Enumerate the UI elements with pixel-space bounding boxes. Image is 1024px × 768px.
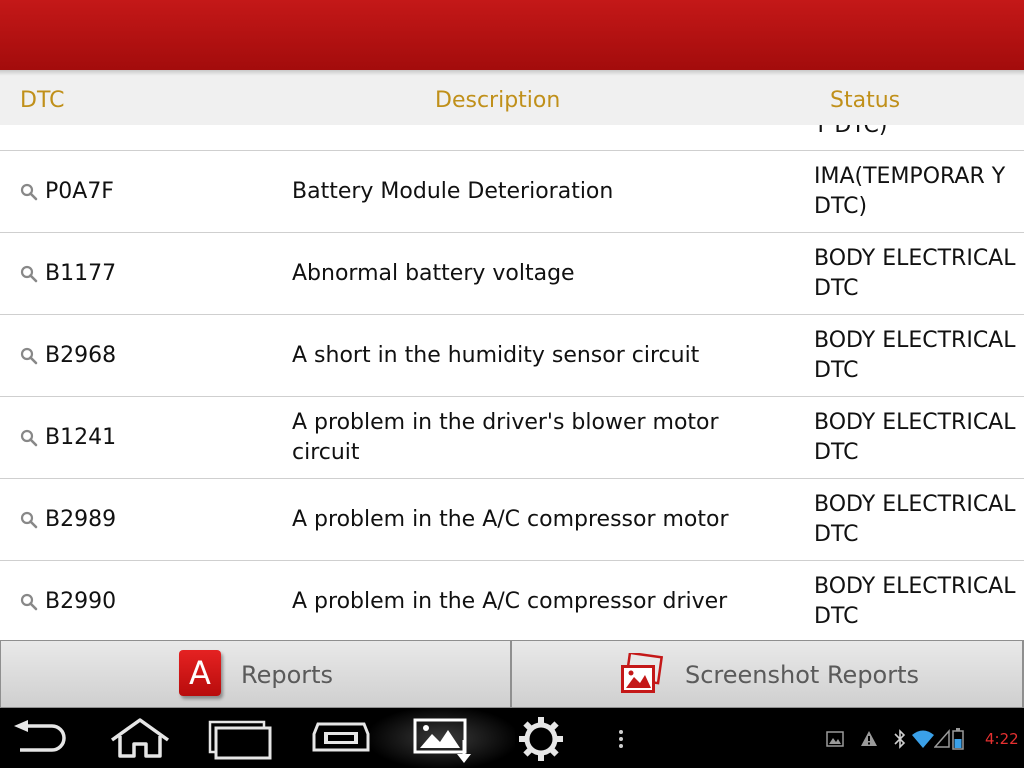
dtc-description: Battery Module Deterioration — [292, 179, 614, 204]
warning-icon — [861, 731, 877, 746]
screenshot-gallery-icon — [621, 653, 664, 693]
dtc-code: B1177 — [45, 261, 117, 286]
dtc-code: B2989 — [45, 507, 117, 532]
recent-apps-icon[interactable] — [208, 720, 272, 760]
search-icon[interactable] — [20, 347, 38, 365]
column-header-description: Description — [435, 88, 561, 113]
clock: 4:22 — [985, 730, 1019, 748]
dtc-code: P0A7F — [45, 179, 114, 204]
dtc-status: Y DTC) — [814, 125, 888, 138]
dtc-status: IMA(TEMPORAR Y DTC) — [814, 164, 1006, 219]
table-header: DTC Description Status — [0, 76, 1024, 125]
column-header-status: Status — [830, 88, 901, 113]
search-icon[interactable] — [20, 183, 38, 201]
dtc-status: BODY ELECTRICAL DTC — [814, 574, 1016, 629]
table-row[interactable]: B2968 A short in the humidity sensor cir… — [0, 315, 1024, 397]
screenshot-reports-label: Screenshot Reports — [685, 661, 920, 689]
bluetooth-icon — [894, 729, 906, 749]
search-icon[interactable] — [20, 429, 38, 447]
battery-icon — [952, 728, 964, 750]
home-icon[interactable] — [108, 716, 172, 760]
back-icon[interactable] — [12, 720, 68, 756]
reports-label: Reports — [241, 661, 334, 689]
column-header-dtc: DTC — [20, 88, 65, 113]
signal-icon — [934, 729, 950, 748]
dtc-status: BODY ELECTRICAL DTC — [814, 328, 1016, 383]
search-icon[interactable] — [20, 265, 38, 283]
table-row[interactable]: B2989 A problem in the A/C compressor mo… — [0, 479, 1024, 561]
dtc-description: A problem in the A/C compressor motor — [292, 507, 729, 532]
dtc-code: B1241 — [45, 425, 117, 450]
dtc-status: BODY ELECTRICAL DTC — [814, 246, 1016, 301]
dtc-status: BODY ELECTRICAL DTC — [814, 410, 1016, 465]
screenshot-icon[interactable] — [412, 716, 474, 764]
dtc-list[interactable]: Y DTC) P0A7F Battery Module Deterioratio… — [0, 125, 1024, 640]
system-navigation-bar: 4:22 — [0, 708, 1024, 768]
bottom-action-bar: A Reports Screenshot Reports — [0, 640, 1024, 708]
dtc-description: A problem in the A/C compressor driver — [292, 589, 728, 614]
dtc-description — [292, 125, 792, 151]
screenshot-reports-button[interactable]: Screenshot Reports — [512, 641, 1022, 707]
table-row[interactable]: Y DTC) — [0, 125, 1024, 151]
table-row[interactable]: P0A7F Battery Module Deterioration IMA(T… — [0, 151, 1024, 233]
reports-icon: A — [179, 650, 221, 696]
dtc-code: B2968 — [45, 343, 117, 368]
dtc-status: BODY ELECTRICAL DTC — [814, 492, 1016, 547]
gallery-notification-icon — [826, 731, 844, 747]
wifi-icon — [912, 730, 934, 748]
dtc-description: A problem in the driver's blower motor c… — [292, 410, 719, 465]
settings-gear-icon[interactable] — [518, 716, 564, 762]
overflow-menu-icon[interactable] — [614, 728, 628, 752]
dtc-description: A short in the humidity sensor circuit — [292, 343, 700, 368]
table-row[interactable]: B1177 Abnormal battery voltage BODY ELEC… — [0, 233, 1024, 315]
vci-connector-icon[interactable] — [310, 720, 372, 756]
dtc-description: Abnormal battery voltage — [292, 261, 575, 286]
reports-button[interactable]: A Reports — [1, 641, 510, 707]
table-row[interactable]: B2990 A problem in the A/C compressor dr… — [0, 561, 1024, 640]
search-icon[interactable] — [20, 593, 38, 611]
dtc-code: B2990 — [45, 589, 117, 614]
table-row[interactable]: B1241 A problem in the driver's blower m… — [0, 397, 1024, 479]
app-top-bar — [0, 0, 1024, 70]
search-icon[interactable] — [20, 511, 38, 529]
